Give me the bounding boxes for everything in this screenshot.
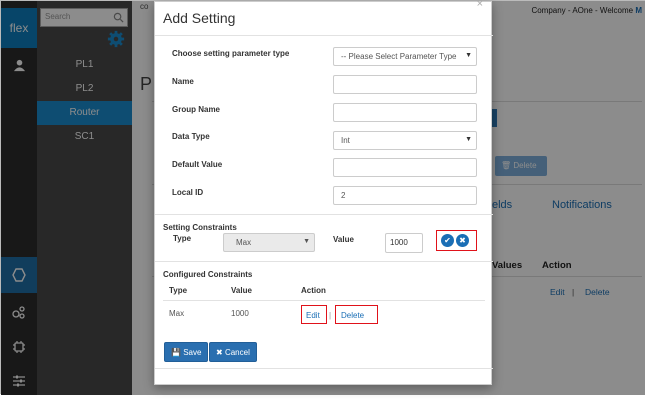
constraint-type-select: Max ▼ [223,233,315,252]
default-value-field[interactable] [333,158,477,177]
constraint-type-label: Type [173,234,192,243]
modal-header-divider [155,35,493,36]
cancel-label: Cancel [224,348,250,357]
edit-link[interactable]: Edit [306,311,320,320]
param-type-value: -- Please Select Parameter Type [341,52,457,61]
data-type-value: Int [341,136,350,145]
name-field[interactable] [333,75,477,94]
local-id-field[interactable]: 2 [333,186,477,205]
data-type-label: Data Type [172,132,210,141]
action-separator: | [329,311,332,320]
save-button[interactable]: 💾 Save [164,342,209,362]
row-value: 1000 [231,309,249,318]
footer-divider [155,368,493,369]
constraint-type-value: Max [236,238,252,247]
group-name-label: Group Name [172,105,221,114]
constraint-value-field[interactable]: 1000 [385,233,423,253]
name-label: Name [172,77,194,86]
delete-link[interactable]: Delete [341,311,364,320]
cancel-icon[interactable]: ✖ [456,234,469,247]
table-divider [163,300,485,301]
col-type-header: Type [169,286,188,295]
local-id-label: Local ID [172,188,204,197]
data-type-select[interactable]: Int ▼ [333,131,477,150]
configured-constraints-label: Configured Constraints [163,270,253,279]
chevron-down-icon: ▼ [303,238,310,245]
modal-title: Add Setting [163,10,236,26]
param-type-select[interactable]: -- Please Select Parameter Type ▼ [333,47,477,66]
default-value-label: Default Value [172,160,223,169]
col-action-header: Action [301,286,326,295]
close-icon[interactable]: × [477,0,483,10]
section-divider [155,214,493,215]
confirm-icon[interactable]: ✔ [441,234,454,247]
cancel-button[interactable]: ✖ Cancel [209,342,257,362]
save-label: Save [183,348,202,357]
chevron-down-icon: ▼ [465,136,472,143]
chevron-down-icon: ▼ [465,52,472,59]
add-setting-modal: Add Setting × Choose setting parameter t… [154,0,493,385]
param-type-label: Choose setting parameter type [172,49,290,58]
group-name-field[interactable] [333,103,477,122]
setting-constraints-label: Setting Constraints [163,223,237,232]
constraint-value-label: Value [333,235,354,244]
col-value-header: Value [231,286,252,295]
section-divider [155,261,493,262]
row-type: Max [169,309,185,318]
